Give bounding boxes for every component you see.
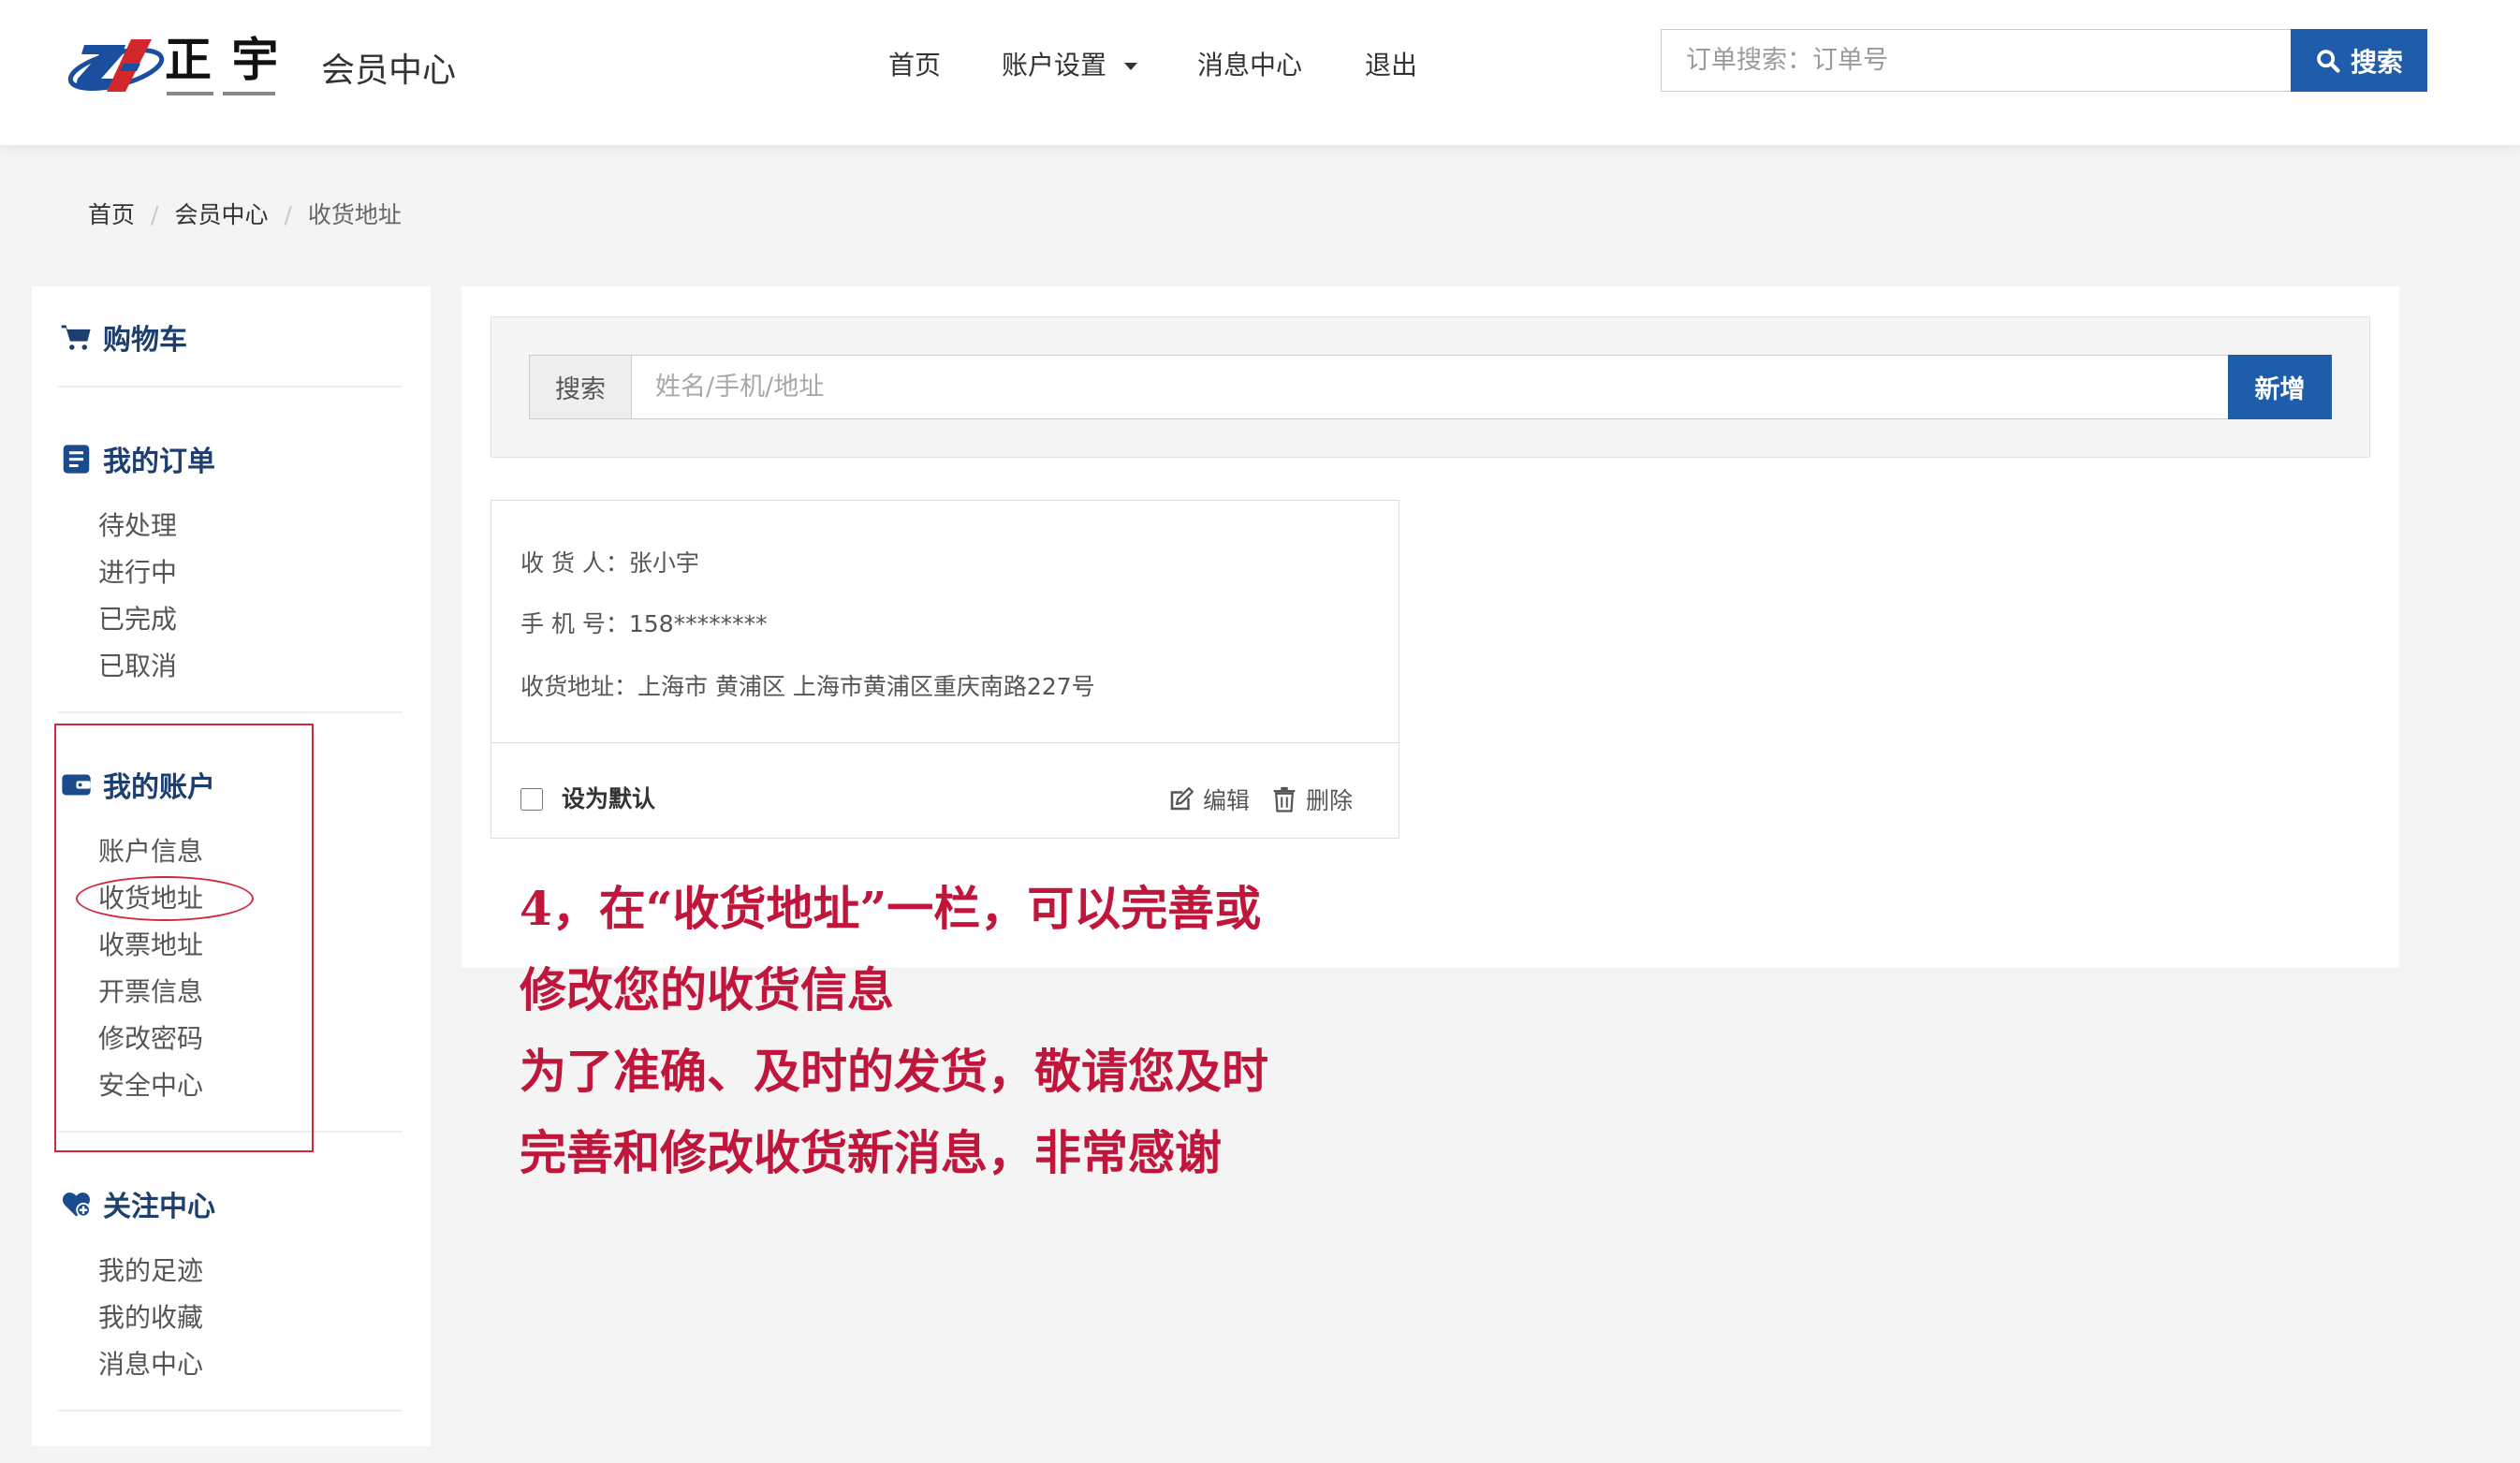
order-search-button-label: 搜索 [2350, 46, 2403, 78]
caret-down-icon[interactable] [1123, 62, 1138, 71]
add-address-button[interactable]: 新增 [2228, 355, 2332, 419]
sidebar-divider [58, 1410, 402, 1412]
nav-account-settings[interactable]: 账户设置 [1002, 47, 1106, 84]
order-search-input[interactable] [1661, 29, 2291, 92]
address-search-group: 搜索 新增 [529, 355, 2332, 419]
sidebar-item-pending[interactable]: 待处理 [98, 503, 431, 549]
sidebar-divider [58, 711, 402, 713]
top-header: 正 宇 会员中心 首页 账户设置 消息中心 退出 搜索 [0, 0, 2520, 145]
logo[interactable]: 正 宇 [66, 24, 281, 112]
breadcrumb-home[interactable]: 首页 [88, 198, 135, 232]
sidebar-item-favorites[interactable]: 我的收藏 [98, 1295, 431, 1341]
sidebar-divider [58, 1131, 402, 1133]
sidebar-item-cancelled[interactable]: 已取消 [98, 643, 431, 690]
sidebar-heading-label: 我的账户 [103, 771, 215, 804]
recipient-label: 收 货 人： [520, 549, 629, 577]
address-value: 上海市 黄浦区 上海市黄浦区重庆南路227号 [637, 673, 1095, 700]
sidebar-heading-label: 我的订单 [103, 446, 215, 478]
annotation-line: 4，在“收货地址”一栏，可以完善或 [520, 881, 1262, 936]
phone-value: 158******** [628, 610, 768, 637]
delete-address-button[interactable]: 删除 [1270, 781, 1353, 818]
sidebar-heading-label: 关注中心 [103, 1191, 215, 1223]
nav-logout[interactable]: 退出 [1365, 47, 1417, 84]
sidebar-item-in-progress[interactable]: 进行中 [98, 549, 431, 596]
breadcrumb-current: 收货地址 [268, 198, 402, 232]
delete-address-label: 删除 [1306, 787, 1354, 814]
nav-home[interactable]: 首页 [888, 47, 941, 84]
breadcrumb-member-center[interactable]: 会员中心 [135, 198, 268, 232]
sidebar-item-message-center[interactable]: 消息中心 [98, 1341, 431, 1388]
nav-messages[interactable]: 消息中心 [1197, 47, 1302, 84]
annotation-line: 完善和修改收货新消息，非常感谢 [520, 1125, 1222, 1180]
address-label: 收货地址： [520, 673, 638, 700]
sidebar-heading-account: 我的账户 [32, 761, 431, 808]
edit-icon [1170, 787, 1194, 811]
sidebar-item-invoice-address[interactable]: 收票地址 [98, 922, 431, 969]
sidebar-item-footprints[interactable]: 我的足迹 [98, 1248, 431, 1295]
wallet-icon [62, 774, 91, 795]
phone-label: 手 机 号： [520, 610, 629, 637]
sidebar-item-invoice-info[interactable]: 开票信息 [98, 969, 431, 1016]
set-default-checkbox[interactable] [520, 788, 543, 811]
sidebar-heading-label: 购物车 [103, 324, 187, 357]
address-search-addon: 搜索 [529, 355, 632, 419]
cart-icon [61, 324, 91, 350]
sidebar-item-security[interactable]: 安全中心 [98, 1062, 431, 1109]
recipient-row: 收 货 人：张小宇 [520, 545, 699, 582]
sidebar: 购物车 我的订单 待处理 进行中 已完成 已取消 我的账户 账户信息 收货地址 … [32, 286, 431, 1446]
sidebar-item-account-info[interactable]: 账户信息 [98, 828, 431, 875]
address-row: 收货地址：上海市 黄浦区 上海市黄浦区重庆南路227号 [520, 668, 1095, 706]
sidebar-heading-cart[interactable]: 购物车 [32, 314, 431, 360]
sidebar-item-shipping-address[interactable]: 收货地址 [98, 875, 431, 922]
trash-icon [1273, 786, 1296, 812]
phone-row: 手 机 号：158******** [520, 606, 768, 643]
breadcrumb: 首页 会员中心 收货地址 [88, 198, 402, 232]
instruction-annotation: 4，在“收货地址”一栏，可以完善或 修改您的收货信息 为了准确、及时的发货，敬请… [520, 868, 1268, 1193]
sidebar-heading-orders: 我的订单 [32, 435, 431, 482]
search-icon [2317, 49, 2340, 73]
annotation-line: 修改您的收货信息 [520, 962, 894, 1017]
sidebar-order-list: 待处理 进行中 已完成 已取消 [32, 503, 431, 690]
heart-icon [62, 1192, 91, 1218]
edit-address-label: 编辑 [1203, 787, 1251, 814]
annotation-line: 为了准确、及时的发货，敬请您及时 [520, 1044, 1268, 1099]
logo-text: 正 宇 [165, 32, 281, 87]
site-title: 会员中心 [321, 51, 457, 90]
sidebar-item-change-password[interactable]: 修改密码 [98, 1016, 431, 1062]
order-icon [63, 444, 90, 474]
logo-mark-icon [67, 39, 165, 92]
address-card: 收 货 人：张小宇 手 机 号：158******** 收货地址：上海市 黄浦区… [491, 500, 1399, 839]
sidebar-item-completed[interactable]: 已完成 [98, 596, 431, 643]
address-search-input[interactable] [632, 355, 2228, 419]
edit-address-button[interactable]: 编辑 [1167, 781, 1250, 818]
sidebar-heading-follow: 关注中心 [32, 1180, 431, 1227]
recipient-value: 张小宇 [628, 549, 699, 577]
order-search-button[interactable]: 搜索 [2291, 29, 2427, 92]
sidebar-divider [58, 386, 402, 388]
sidebar-follow-list: 我的足迹 我的收藏 消息中心 [32, 1248, 431, 1388]
set-default-label[interactable]: 设为默认 [562, 781, 655, 818]
sidebar-account-list: 账户信息 收货地址 收票地址 开票信息 修改密码 安全中心 [32, 828, 431, 1109]
logo-tagline-decoration [167, 92, 275, 95]
card-divider [491, 742, 1399, 743]
